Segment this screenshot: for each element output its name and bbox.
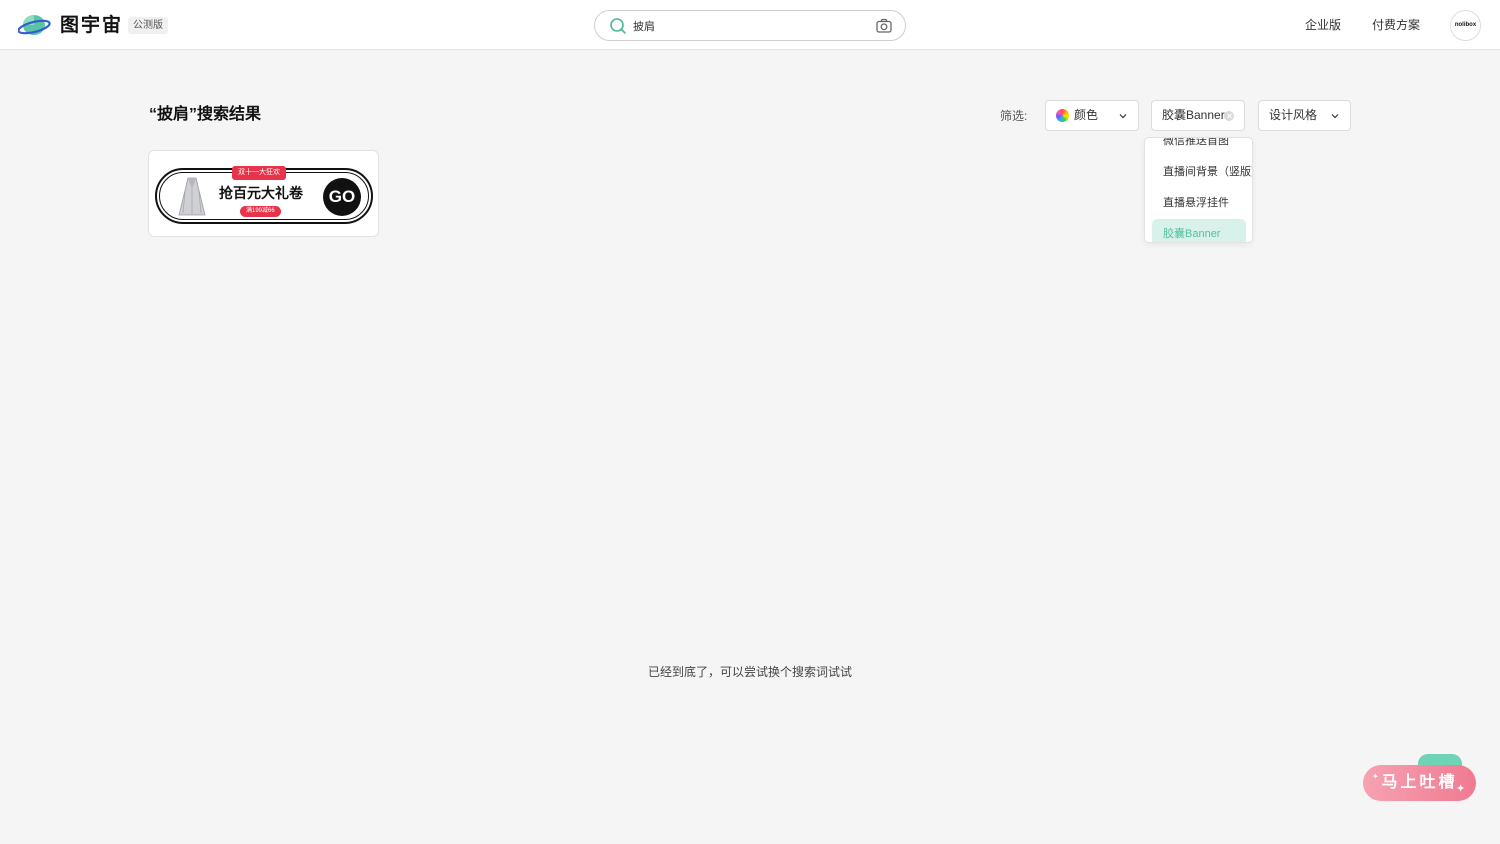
type-filter-dropdown[interactable]: 胶囊Banner [1151,100,1245,131]
search-input[interactable] [633,15,863,36]
go-badge: GO [323,178,361,216]
style-filter-label: 设计风格 [1269,108,1318,122]
dropdown-item[interactable]: 直播间背景（竖版） [1145,160,1252,184]
clear-icon[interactable] [1224,111,1234,121]
search-icon[interactable] [609,17,627,35]
sparkle-icon: ✦ [1372,772,1382,781]
chevron-down-icon [1119,114,1127,119]
feedback-label: 马上吐槽 [1381,774,1458,791]
end-of-results-message: 已经到底了，可以尝试换个搜索词试试 [647,665,852,679]
top-header: 图宇宙 公测版 企业版 付费方案 nolibox [0,0,1500,50]
cape-image [178,177,206,216]
beta-badge: 公测版 [128,17,168,34]
dropdown-item[interactable]: 微信推送首图 [1145,138,1252,153]
nav-pricing-link[interactable]: 付费方案 [1372,17,1420,33]
planet-logo-icon[interactable] [18,12,52,38]
dropdown-item-selected[interactable]: 胶囊Banner [1152,219,1246,242]
type-filter-label: 胶囊Banner [1162,108,1225,122]
dropdown-item[interactable]: 直播悬浮挂件 [1145,191,1252,215]
sparkle-icon: ✦ [1456,783,1469,795]
style-filter-dropdown[interactable]: 设计风格 [1258,100,1351,131]
page-title: “披肩”搜索结果 [149,106,262,123]
color-filter-label: 颜色 [1074,108,1099,122]
result-card[interactable]: 双十一大狂欢 抢百元大礼卷 满199减66 GO [148,150,379,237]
filter-label: 筛选: [1000,109,1028,123]
type-dropdown-menu: 微信推送首图 直播间背景（竖版） 直播悬浮挂件 胶囊Banner [1144,137,1253,243]
avatar[interactable]: nolibox [1450,10,1481,41]
chevron-down-icon [1331,114,1339,119]
promo-tag-bottom: 满199减66 [240,206,281,217]
feedback-button[interactable]: 马上吐槽 ✦ ✦ [1363,765,1476,801]
capsule-banner-preview: 双十一大狂欢 抢百元大礼卷 满199减66 GO [155,166,373,224]
camera-icon[interactable] [875,17,893,35]
nav-enterprise-link[interactable]: 企业版 [1305,17,1341,33]
search-bar[interactable] [594,10,906,41]
color-wheel-icon [1056,109,1069,122]
promo-tag-top: 双十一大狂欢 [232,166,286,180]
banner-title: 抢百元大礼卷 [219,185,303,201]
color-filter-dropdown[interactable]: 颜色 [1045,100,1139,131]
brand-name[interactable]: 图宇宙 [60,12,123,38]
